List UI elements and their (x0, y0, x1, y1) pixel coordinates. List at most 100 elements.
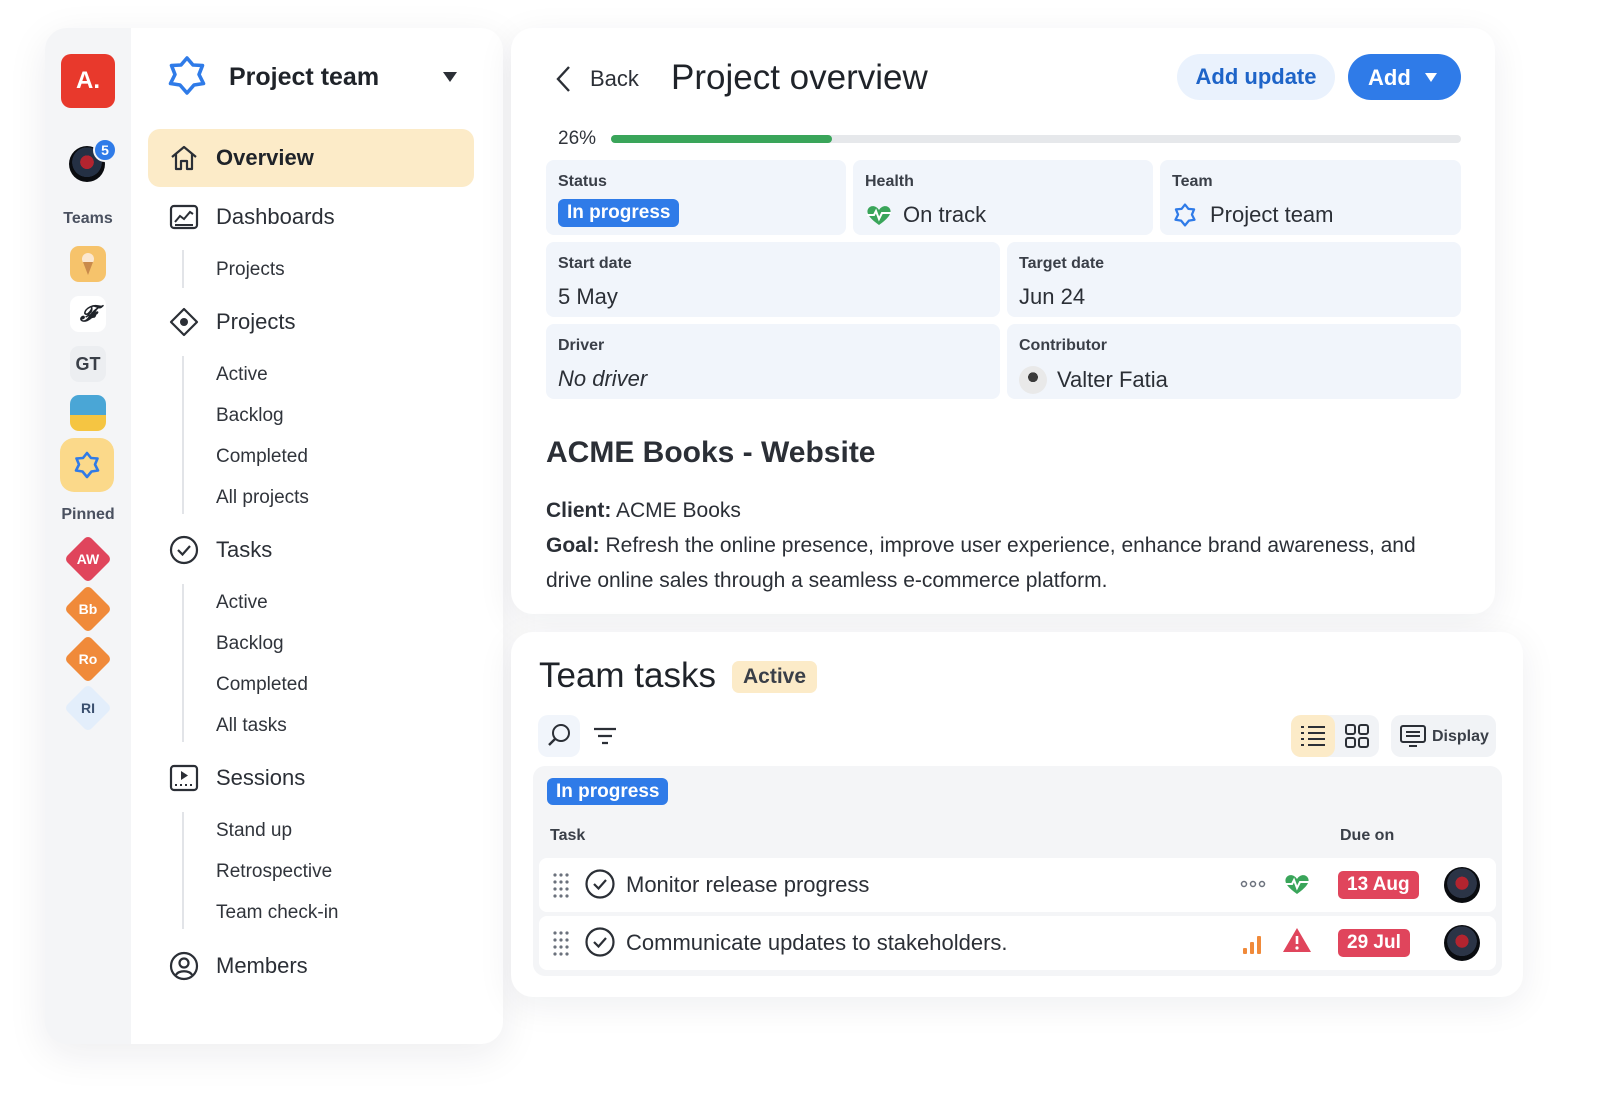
pinned-aw-label: AW (76, 551, 100, 567)
priority-bars-icon[interactable] (1241, 930, 1267, 956)
field-value: In progress (558, 199, 680, 227)
field-key: Status (558, 173, 607, 190)
nav-item-label: Projects (216, 309, 296, 334)
target-date-field[interactable]: Target date Jun 24 (1007, 242, 1461, 317)
nav-item-members[interactable]: Members (148, 937, 474, 995)
subnav-projects-all[interactable]: All projects (216, 487, 309, 509)
add-button-label: Add (1368, 65, 1411, 90)
field-key: Start date (558, 255, 632, 272)
goal-line-2: drive online sales through a seamless e-… (546, 569, 1108, 592)
notification-badge: 5 (93, 138, 117, 162)
add-button[interactable]: Add (1348, 54, 1461, 100)
nav-item-overview[interactable]: Overview (148, 129, 474, 187)
goal-key: Goal: (546, 534, 600, 557)
page-title: Project overview (671, 58, 928, 97)
add-update-button[interactable]: Add update (1177, 54, 1335, 100)
column-header-task[interactable]: Task (550, 827, 585, 845)
assignee-avatar[interactable] (1444, 867, 1480, 903)
back-button[interactable]: Back (590, 66, 639, 92)
subnav-projects-backlog[interactable]: Backlog (216, 405, 284, 427)
client-key: Client: (546, 499, 612, 522)
pinned-label: Pinned (61, 506, 115, 523)
client-value: ACME Books (611, 499, 741, 522)
team-value: Project team (1210, 202, 1334, 227)
pinned-ri[interactable]: RI (63, 683, 113, 733)
column-header-due[interactable]: Due on (1340, 827, 1394, 845)
subnav-projects-active[interactable]: Active (216, 364, 268, 386)
pinned-ro[interactable]: Ro (63, 634, 113, 684)
nav-item-label: Sessions (216, 765, 306, 790)
team-switcher[interactable]: Project team (165, 52, 465, 102)
board-view-button[interactable] (1335, 715, 1379, 757)
start-date-field[interactable]: Start date 5 May (546, 242, 1000, 317)
nav-item-projects[interactable]: Projects (148, 293, 474, 351)
team-field[interactable]: Team Project team (1160, 160, 1461, 235)
driver-value: No driver (558, 366, 648, 391)
status-field[interactable]: Status In progress (546, 160, 846, 235)
check-circle-icon[interactable] (584, 926, 616, 958)
grid-view-icon (1345, 724, 1369, 748)
check-circle-icon[interactable] (584, 868, 616, 900)
assignee-avatar[interactable] (1444, 925, 1480, 961)
drag-handle-icon[interactable] (551, 871, 571, 899)
field-key: Contributor (1019, 337, 1107, 354)
driver-field[interactable]: Driver No driver (546, 324, 1000, 399)
due-date-badge[interactable]: 29 Jul (1338, 929, 1410, 957)
chevron-down-icon (443, 72, 457, 82)
subnav-line (182, 812, 184, 929)
subnav-sessions-standup[interactable]: Stand up (216, 820, 292, 842)
team-beach-icon[interactable] (70, 395, 106, 431)
tasks-filter-chip[interactable]: Active (732, 661, 818, 693)
heart-pulse-icon (867, 206, 891, 225)
filter-icon (594, 727, 616, 745)
team-gt-initials[interactable]: GT (70, 346, 106, 382)
view-toggle (1291, 715, 1379, 757)
nav-item-tasks[interactable]: Tasks (148, 521, 474, 579)
subnav-dashboards-projects[interactable]: Projects (216, 259, 285, 281)
nav-item-sessions[interactable]: Sessions (148, 749, 474, 807)
app-logo[interactable]: A. (61, 54, 115, 108)
subnav-sessions-retrospective[interactable]: Retrospective (216, 861, 332, 883)
client-line: Client: ACME Books (546, 493, 1466, 528)
chevron-left-icon[interactable] (553, 64, 575, 94)
list-view-button[interactable] (1291, 715, 1335, 757)
nav-item-label: Tasks (216, 537, 273, 562)
health-value: On track (903, 202, 987, 227)
subnav-tasks-all[interactable]: All tasks (216, 715, 287, 737)
health-field[interactable]: Health On track (853, 160, 1153, 235)
filter-button[interactable] (584, 715, 626, 757)
subnav-tasks-completed[interactable]: Completed (216, 674, 308, 696)
task-name[interactable]: Monitor release progress (626, 872, 869, 898)
pinned-bb[interactable]: Bb (63, 584, 113, 634)
pinned-ri-label: RI (81, 700, 95, 716)
display-button[interactable]: Display (1391, 715, 1496, 757)
check-circle-icon (169, 535, 199, 565)
nav-item-dashboards[interactable]: Dashboards (148, 188, 474, 246)
table-row[interactable]: Communicate updates to stakeholders. 29 … (539, 916, 1496, 970)
teams-label: Teams (63, 210, 113, 227)
drag-handle-icon[interactable] (551, 929, 571, 957)
contributor-field[interactable]: Contributor Valter Fatia (1007, 324, 1461, 399)
user-circle-icon (169, 951, 199, 981)
subnav-tasks-backlog[interactable]: Backlog (216, 633, 284, 655)
progress-label: 26% (558, 128, 597, 149)
more-dots-icon[interactable] (1240, 879, 1266, 889)
subnav-tasks-active[interactable]: Active (216, 592, 268, 614)
status-badge: In progress (558, 199, 680, 227)
team-star-badge-icon[interactable] (60, 438, 114, 492)
group-label[interactable]: In progress (547, 778, 669, 805)
display-icon (1400, 725, 1426, 747)
search-button[interactable] (538, 715, 580, 757)
task-name[interactable]: Communicate updates to stakeholders. (626, 930, 1008, 956)
subnav-projects-completed[interactable]: Completed (216, 446, 308, 468)
nav-item-label: Dashboards (216, 204, 335, 229)
subnav-line (182, 584, 184, 742)
pinned-aw[interactable]: AW (63, 534, 113, 584)
field-key: Driver (558, 337, 605, 354)
team-f-script-icon[interactable]: 𝓕 (70, 296, 106, 332)
team-ice-cream-icon[interactable] (70, 246, 106, 282)
due-date-badge[interactable]: 13 Aug (1338, 871, 1419, 899)
team-star-icon (168, 56, 206, 95)
table-row[interactable]: Monitor release progress 13 Aug (539, 858, 1496, 912)
subnav-sessions-checkin[interactable]: Team check-in (216, 902, 339, 924)
